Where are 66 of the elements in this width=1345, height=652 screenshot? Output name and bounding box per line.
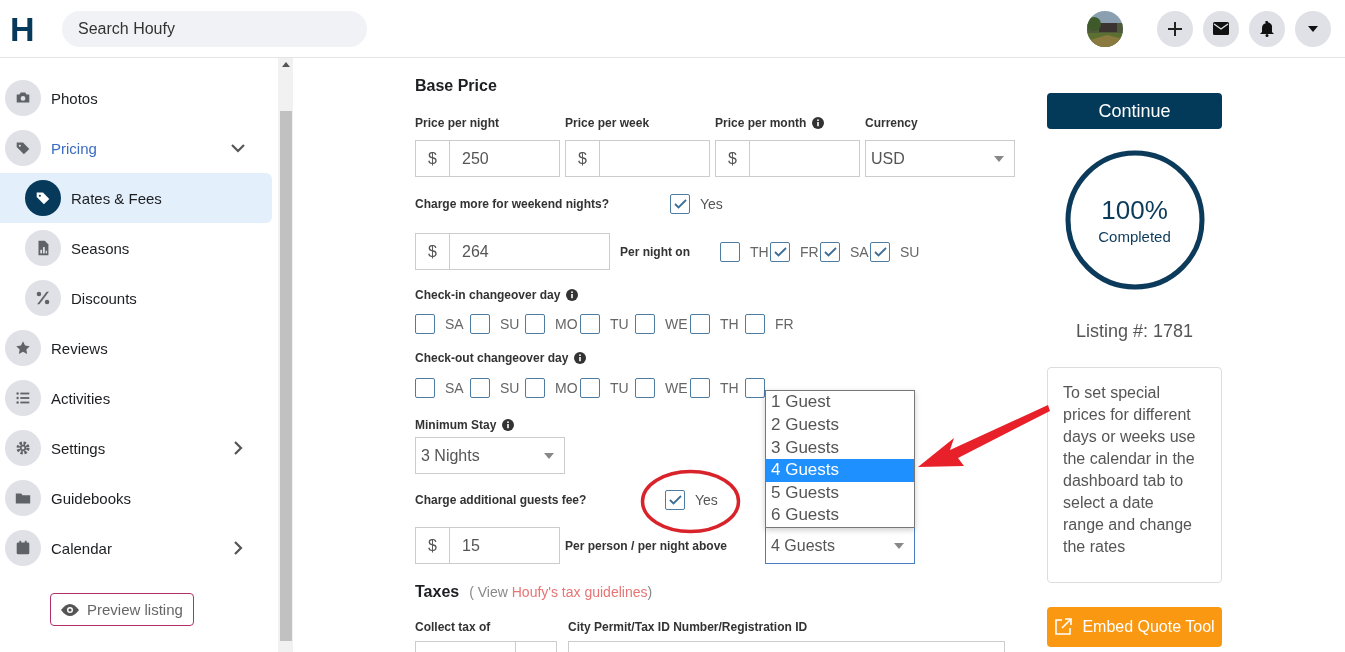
day-label: SU xyxy=(900,243,920,260)
day-label: SA xyxy=(445,316,464,332)
day-label: TH xyxy=(720,380,739,396)
day-label: SA xyxy=(850,243,870,260)
tip-text: To set special prices for different days or weeks use the calendar in the dashboard tab to select a date range and change the rates xyxy=(1047,367,1222,583)
day-label: TH xyxy=(750,243,770,260)
option-label: Yes xyxy=(700,196,723,212)
dropdown-option[interactable]: 2 Guests xyxy=(766,414,914,437)
sidebar-item[interactable]: Activities xyxy=(0,373,272,423)
day-label: WE xyxy=(665,380,688,396)
continue-button[interactable]: Continue xyxy=(1047,93,1222,129)
field-label: Currency xyxy=(865,116,918,130)
day-label: TU xyxy=(610,316,629,332)
dropdown-option[interactable]: 3 Guests xyxy=(766,436,914,460)
day-label: MO xyxy=(555,316,578,332)
price-field[interactable]: $ xyxy=(715,140,860,177)
field-label: Price per night xyxy=(415,116,500,130)
price-field[interactable]: $ 250 xyxy=(415,140,560,177)
sidebar-item[interactable]: Reviews xyxy=(0,323,272,373)
day-label: TH xyxy=(720,316,739,332)
field-label: Per person / per night above xyxy=(565,538,729,553)
day-label: SU xyxy=(500,316,520,332)
day-label: FR xyxy=(775,316,794,332)
question-label: Charge additional guests fee? xyxy=(415,493,588,507)
sidebar-item[interactable]: Calendar xyxy=(0,523,272,573)
field-label: Price per week xyxy=(565,116,650,130)
section-title: Base Price xyxy=(415,76,497,96)
sidebar-item[interactable]: Photos xyxy=(0,73,272,123)
option-label: Yes xyxy=(695,492,718,508)
stay-select[interactable]: 3 Nights xyxy=(415,437,565,474)
price-field[interactable]: $ 264 xyxy=(415,233,610,270)
section-title: Taxes xyxy=(415,582,460,602)
sidebar-item[interactable]: Guidebooks xyxy=(0,473,272,523)
sidebar-item[interactable]: Rates & Fees xyxy=(0,173,272,223)
price-field[interactable]: $ 15 xyxy=(415,527,560,564)
day-label: FR xyxy=(800,243,820,260)
logo[interactable]: H xyxy=(10,11,38,46)
listing-number: Listing #: 1781 xyxy=(1075,321,1194,342)
dropdown-option[interactable]: 5 Guests xyxy=(766,481,914,505)
preview-button[interactable]: Preview listing xyxy=(50,593,194,626)
field-label: Per night on xyxy=(620,244,690,259)
field-label: Check-out changeover day xyxy=(415,351,569,365)
dropdown-option[interactable]: 6 Guests xyxy=(766,504,914,527)
search-field[interactable]: Search Houfy xyxy=(62,10,367,47)
sidebar-item[interactable]: Seasons xyxy=(0,223,272,273)
day-label: MO xyxy=(555,380,578,396)
tax-note: ( View Houfy's tax guidelines) xyxy=(469,584,653,600)
sidebar-item[interactable]: Settings xyxy=(0,423,272,473)
sidebar-item[interactable]: Discounts xyxy=(0,273,272,323)
field-label: Price per month xyxy=(715,116,807,130)
day-label: TU xyxy=(610,380,629,396)
question-label: Charge more for weekend nights? xyxy=(415,197,611,211)
sidebar-item[interactable]: Pricing xyxy=(0,123,272,173)
dropdown-option[interactable]: 1 Guest xyxy=(766,391,914,415)
guests-select[interactable]: 4 Guests xyxy=(765,527,915,564)
day-label: WE xyxy=(665,316,688,332)
progress-value: 100% xyxy=(1101,195,1168,226)
progress-label: Completed xyxy=(1098,228,1171,245)
price-field[interactable]: $ xyxy=(565,140,710,177)
field-label: Minimum Stay xyxy=(415,418,497,432)
field-label: Collect tax of xyxy=(415,620,492,634)
day-label: SU xyxy=(500,380,520,396)
day-label: SA xyxy=(445,380,464,396)
currency-select[interactable]: USD xyxy=(865,140,1015,177)
field-label: City Permit/Tax ID Number/Registration ID xyxy=(568,620,808,634)
field-label: Check-in changeover day xyxy=(415,288,561,302)
